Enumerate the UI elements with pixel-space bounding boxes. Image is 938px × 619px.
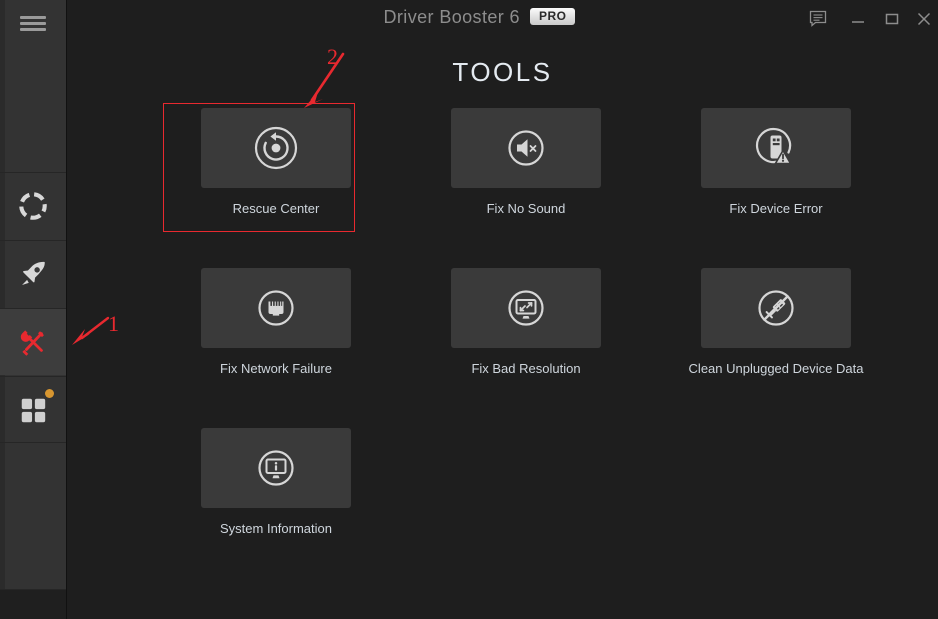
close-icon	[917, 12, 931, 26]
usb-plug-blocked-icon	[758, 290, 794, 326]
tool-tile	[451, 108, 601, 188]
restore-circle-arrow-icon	[254, 126, 298, 170]
speaker-mute-icon	[508, 130, 544, 166]
chat-bubble-icon	[809, 10, 827, 27]
minimize-button[interactable]	[844, 6, 872, 32]
tool-tile	[201, 268, 351, 348]
usb-device-warning-icon	[755, 127, 792, 165]
tool-tile	[201, 428, 351, 508]
driver-booster-window: Driver Booster 6 PRO TOOLS Rescue Center…	[0, 0, 938, 619]
hamburger-menu-button[interactable]	[0, 0, 66, 172]
ethernet-port-icon	[258, 290, 294, 326]
sidebar-item-tools[interactable]	[0, 308, 66, 375]
minimize-icon	[852, 21, 864, 23]
tool-fix-network-failure[interactable]: Fix Network Failure	[176, 268, 376, 376]
tool-fix-no-sound[interactable]: Fix No Sound	[426, 108, 626, 216]
lifebuoy-scan-icon	[19, 192, 47, 220]
tool-label: Fix Bad Resolution	[471, 361, 581, 376]
tool-label: Fix No Sound	[486, 201, 566, 216]
tool-rescue-center[interactable]: Rescue Center	[176, 108, 376, 216]
title-bar: Driver Booster 6 PRO	[67, 0, 938, 38]
tools-wrench-screwdriver-icon	[20, 330, 44, 356]
tool-fix-bad-resolution[interactable]: Fix Bad Resolution	[426, 268, 626, 376]
tool-tile	[451, 268, 601, 348]
tool-tile	[201, 108, 351, 188]
tool-label: Rescue Center	[232, 201, 320, 216]
close-button[interactable]	[910, 6, 938, 32]
main-content: TOOLS Rescue Center Fix No Sound Fix Dev…	[67, 38, 938, 619]
tool-label: Fix Network Failure	[220, 361, 332, 376]
tool-clean-unplugged-device-data[interactable]: Clean Unplugged Device Data	[676, 268, 876, 376]
monitor-resize-icon	[508, 290, 544, 326]
page-title: TOOLS	[452, 57, 553, 87]
apps-notification-badge	[45, 389, 54, 398]
sidebar-item-scan[interactable]	[0, 172, 66, 239]
tool-label: Clean Unplugged Device Data	[688, 361, 864, 376]
sidebar	[0, 0, 67, 619]
tool-label: Fix Device Error	[729, 201, 823, 216]
sidebar-item-apps[interactable]	[0, 376, 66, 443]
grid-squares-icon	[21, 398, 46, 423]
tool-fix-device-error[interactable]: Fix Device Error	[676, 108, 876, 216]
maximize-icon	[885, 13, 899, 25]
hamburger-menu-icon	[20, 16, 46, 31]
tool-tile	[701, 108, 851, 188]
sidebar-footer	[0, 590, 66, 619]
tool-tile	[701, 268, 851, 348]
tool-system-information[interactable]: System Information	[176, 428, 376, 536]
monitor-info-icon	[258, 450, 294, 486]
feedback-button[interactable]	[804, 6, 832, 32]
rocket-boost-icon	[22, 261, 45, 285]
app-title-text: Driver Booster 6	[383, 7, 520, 27]
pro-badge: PRO	[529, 8, 576, 25]
maximize-button[interactable]	[878, 6, 906, 32]
sidebar-empty-area	[0, 442, 66, 590]
tool-label: System Information	[220, 521, 332, 536]
sidebar-item-boost[interactable]	[0, 240, 66, 307]
